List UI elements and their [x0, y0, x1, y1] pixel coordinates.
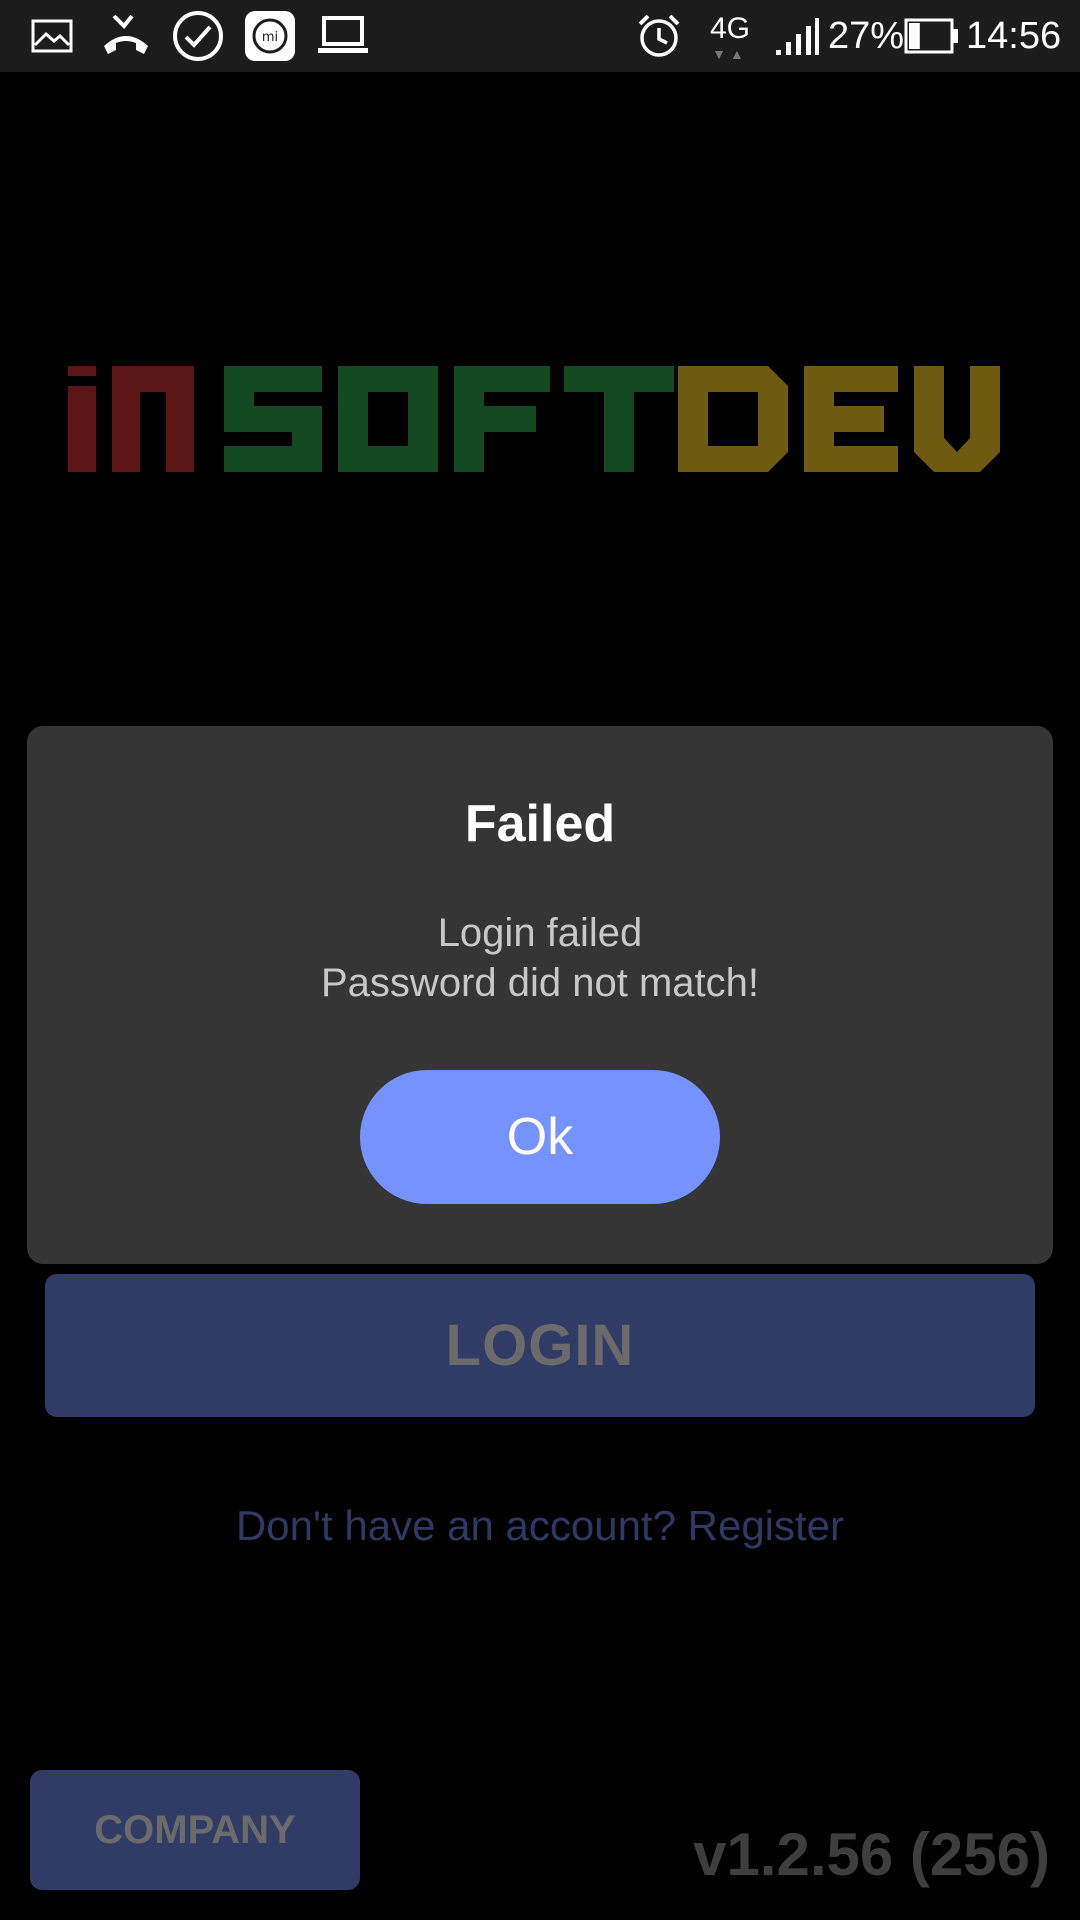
status-bar: mi 4G ▼▲ 27% 14:56	[0, 0, 1080, 72]
network-type: 4G	[709, 12, 751, 45]
data-arrows-icon: ▼▲	[712, 46, 748, 62]
mi-icon: mi	[244, 10, 296, 67]
network-indicator: 4G ▼▲	[707, 12, 753, 68]
dialog-message-line: Password did not match!	[321, 961, 759, 1005]
login-button[interactable]: LOGIN	[45, 1274, 1035, 1417]
company-button[interactable]: COMPANY	[30, 1770, 360, 1890]
version-label: v1.2.56 (256)	[693, 1821, 1050, 1888]
dialog-message: Login failed Password did not match!	[27, 908, 1053, 1008]
gallery-icon	[30, 18, 74, 59]
app-logo	[68, 360, 1000, 480]
register-link[interactable]: Don't have an account? Register	[0, 1500, 1080, 1552]
ok-button[interactable]: Ok	[360, 1070, 720, 1204]
battery-icon	[904, 18, 960, 59]
dialog-title: Failed	[464, 795, 616, 853]
svg-text:mi: mi	[262, 30, 278, 45]
check-circle-icon	[172, 10, 224, 67]
error-dialog: Failed Login failed Password did not mat…	[27, 726, 1053, 1264]
signal-icon	[774, 16, 820, 61]
dialog-message-line: Login failed	[437, 911, 643, 955]
battery-percent: 27%	[828, 15, 905, 57]
missed-call-icon	[100, 12, 152, 65]
alarm-icon	[636, 12, 682, 65]
clock: 14:56	[966, 15, 1062, 57]
laptop-icon	[316, 14, 370, 63]
